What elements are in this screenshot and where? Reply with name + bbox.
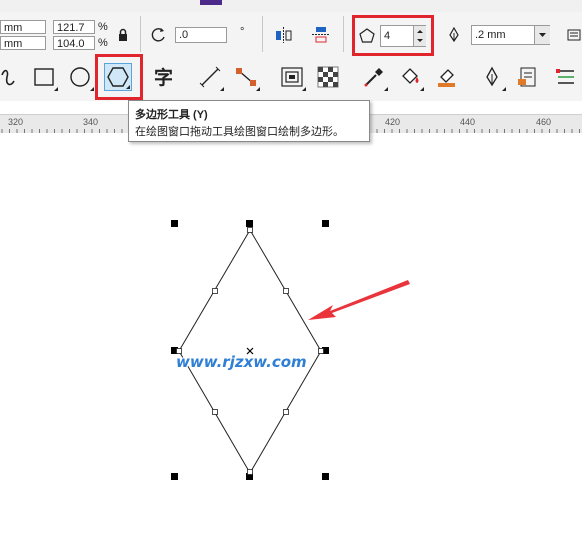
polygon-node <box>247 227 253 233</box>
mirror-vertical-icon[interactable] <box>310 25 332 45</box>
lock-ratio-icon[interactable] <box>116 28 130 42</box>
rotation-field[interactable]: .0 <box>175 27 227 43</box>
text-tool-icon[interactable]: 字 <box>150 63 178 91</box>
percent-y-label: % <box>98 37 108 49</box>
points-spinner[interactable] <box>413 26 426 46</box>
rectangle-tool-icon[interactable] <box>30 63 58 91</box>
polygon-node <box>283 409 289 415</box>
selection-handle <box>246 220 253 227</box>
degree-label: ° <box>240 26 245 38</box>
selection-handle <box>322 220 329 227</box>
object-manager-icon[interactable] <box>552 63 580 91</box>
fill-tool-icon[interactable] <box>396 63 424 91</box>
watermark-text: www.rjzxw.com <box>176 353 307 371</box>
annotation-arrow <box>308 280 410 320</box>
scale-y-field[interactable]: 104.0 <box>53 36 95 50</box>
selection-handle <box>171 220 178 227</box>
contour-tool-icon[interactable] <box>278 63 306 91</box>
polygon-node <box>318 348 324 354</box>
height-field[interactable]: mm <box>0 36 46 50</box>
selection-handle <box>171 473 178 480</box>
canvas-drawing <box>171 220 410 480</box>
dimension-tool-icon[interactable] <box>196 63 224 91</box>
tooltip-description: 在绘图窗口拖动工具绘图窗口绘制多边形。 <box>135 126 344 138</box>
chevron-down-icon[interactable] <box>534 26 550 44</box>
polygon-node <box>212 409 218 415</box>
polygon-node <box>247 469 253 475</box>
selection-handles <box>171 220 329 480</box>
percent-x-label: % <box>98 21 108 33</box>
property-bar: mm mm 121.7 104.0 % % .0 ° 4 .2 mm <box>0 12 582 57</box>
polygon-node <box>212 288 218 294</box>
width-field[interactable]: mm <box>0 20 46 34</box>
polygon-tool-icon[interactable] <box>104 63 132 91</box>
toolbox: 字 <box>0 54 582 101</box>
object-properties-icon[interactable] <box>514 63 542 91</box>
scale-x-field[interactable]: 121.7 <box>53 20 95 34</box>
polygon-points-field[interactable]: 4 <box>380 25 426 47</box>
interactive-fill-tool-icon[interactable] <box>432 63 460 91</box>
mirror-horizontal-icon[interactable] <box>273 25 295 45</box>
wrap-text-icon[interactable] <box>566 28 582 42</box>
ellipse-tool-icon[interactable] <box>66 63 94 91</box>
rotate-icon <box>150 26 168 44</box>
drawing-canvas[interactable]: www.rjzxw.com <box>0 133 582 537</box>
transparency-tool-icon[interactable] <box>314 63 342 91</box>
tooltip-title: 多边形工具 (Y) <box>135 109 208 121</box>
outline-pen-tool-icon[interactable] <box>478 63 506 91</box>
color-swatch-icon <box>200 0 222 5</box>
svg-text:字: 字 <box>154 66 173 89</box>
outline-width-select[interactable]: .2 mm <box>471 25 550 45</box>
eyedropper-tool-icon[interactable] <box>360 63 388 91</box>
connector-tool-icon[interactable] <box>232 63 260 91</box>
freehand-tool-icon[interactable] <box>0 63 22 91</box>
pentagon-icon <box>359 28 375 44</box>
selection-handle <box>322 473 329 480</box>
polygon-node <box>283 288 289 294</box>
pen-nib-icon <box>447 26 461 43</box>
top-toolbar-strip <box>0 0 582 12</box>
polygon-tool-tooltip: 多边形工具 (Y) 在绘图窗口拖动工具绘图窗口绘制多边形。 <box>128 100 370 142</box>
